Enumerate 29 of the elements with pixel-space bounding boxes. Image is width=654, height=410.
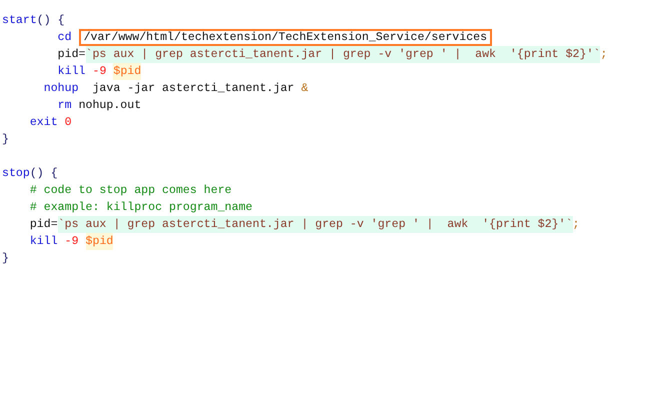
code-string: `ps aux | grep astercti_tanent.jar | grep -v 'grep ' | awk '{print $2}'`	[86, 46, 600, 63]
code-punctuation: () {	[30, 166, 58, 182]
code-operator: ;	[572, 217, 580, 233]
code-variable: $pid	[113, 63, 142, 80]
code-comment: # example: killproc program_name	[30, 200, 252, 216]
code-punctuation: () {	[36, 13, 65, 29]
code-keyword: kill	[30, 234, 58, 250]
code-keyword: cd	[58, 30, 72, 46]
code-string: `ps aux | grep astercti_tanent.jar | grep -v 'grep ' | awk '{print $2}'`	[58, 216, 573, 233]
code-text: java -jar astercti_tanent.jar	[92, 81, 294, 97]
code-number: -9	[92, 64, 106, 80]
code-text: nohup.out	[78, 98, 142, 114]
code-number: 0	[64, 115, 72, 131]
code-punctuation: }	[2, 251, 9, 267]
code-punctuation: }	[2, 132, 9, 148]
code-number: -9	[64, 234, 79, 250]
code-keyword: stop	[2, 166, 30, 182]
code-keyword: kill	[58, 64, 86, 80]
code-keyword: start	[2, 13, 37, 29]
code-variable: $pid	[86, 233, 114, 250]
code-operator: &	[301, 81, 308, 97]
code-comment: # code to stop app comes here	[30, 183, 232, 199]
code-keyword: rm	[58, 98, 72, 114]
highlighted-path: /var/www/html/techextension/TechExtension_Service/services	[78, 29, 492, 46]
code-keyword: exit	[30, 115, 58, 131]
code-keyword: nohup	[44, 81, 79, 97]
code-text: pid=	[30, 217, 58, 233]
code-operator: ;	[600, 47, 608, 63]
code-text: pid=	[58, 47, 86, 63]
